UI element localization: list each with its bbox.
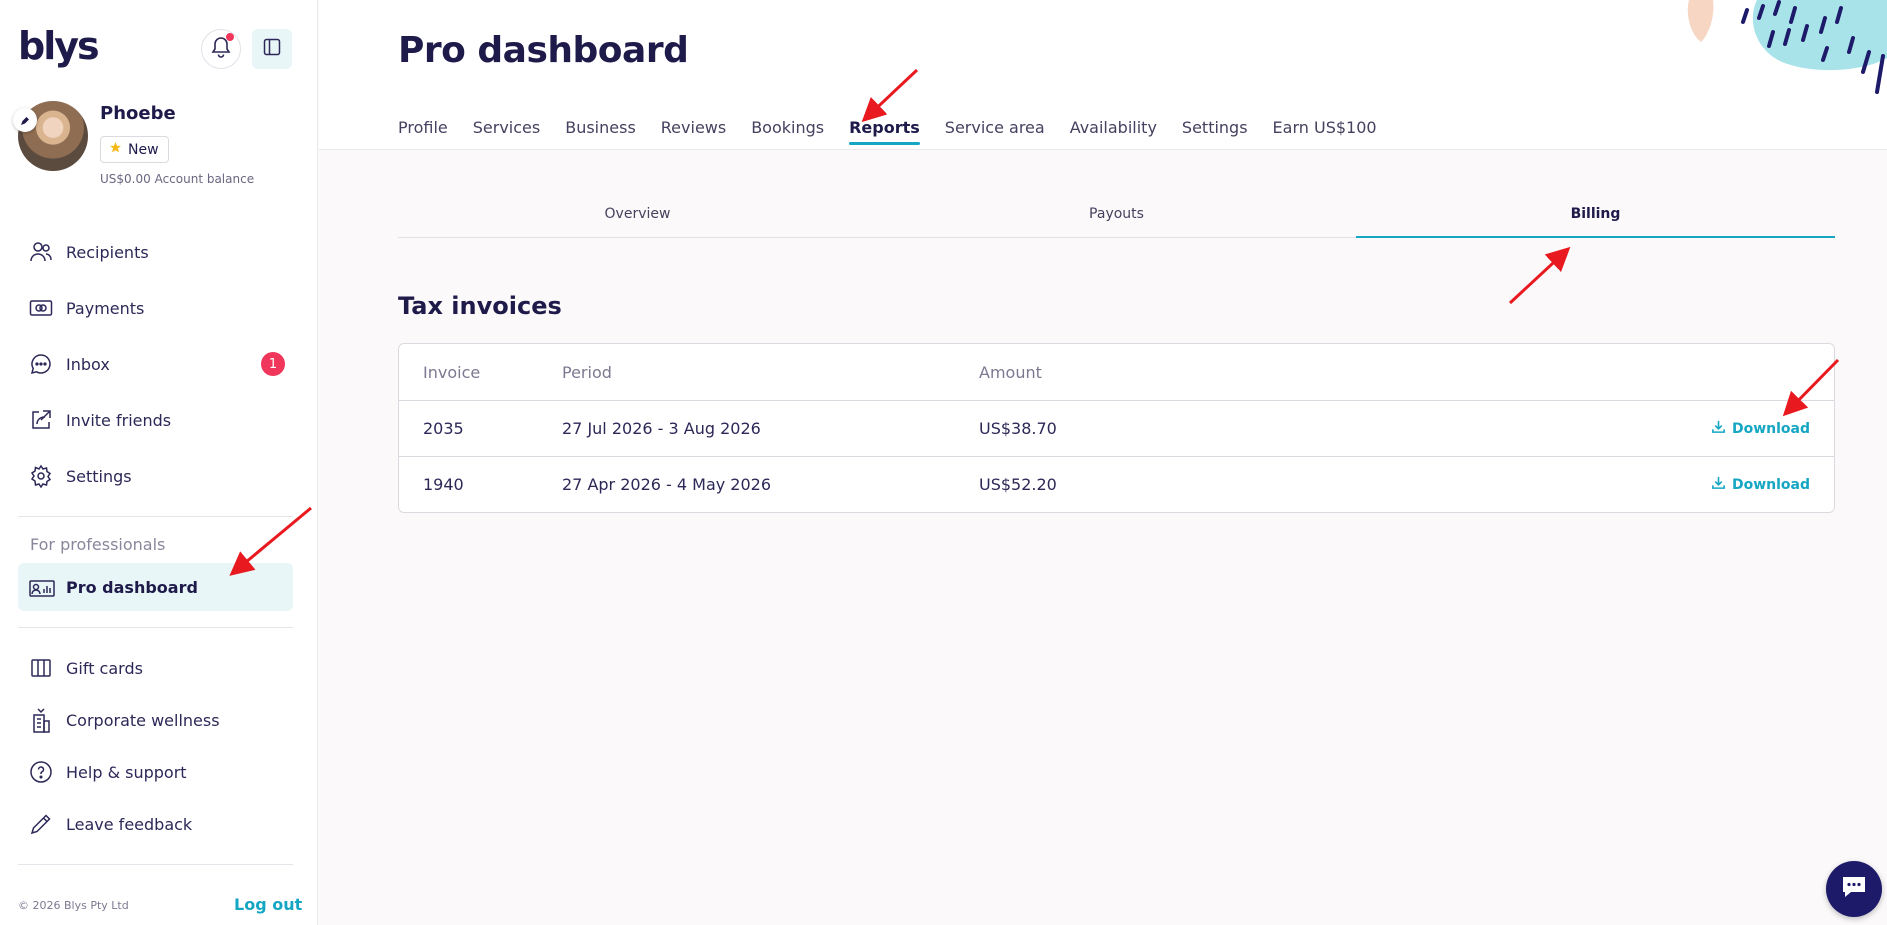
page-title: Pro dashboard <box>398 30 689 71</box>
cash-icon <box>18 296 66 320</box>
divider <box>18 627 293 628</box>
tab-service-area[interactable]: Service area <box>945 118 1045 145</box>
sidebar-item-label: Help & support <box>66 762 187 782</box>
chat-icon <box>1840 874 1868 904</box>
sidebar-item-label: Recipients <box>66 242 149 262</box>
table-row: 2035 27 Jul 2026 - 3 Aug 2026 US$38.70 D… <box>399 400 1834 456</box>
status-badge: New <box>100 136 169 163</box>
gift-icon <box>18 656 66 680</box>
edit-avatar-button[interactable] <box>13 108 37 132</box>
sidebar: blys Phoebe New US$0.00 Account balance … <box>0 0 318 925</box>
decorative-illustration <box>1677 0 1887 110</box>
toggle-sidebar-button[interactable] <box>252 29 292 69</box>
star-icon <box>109 141 122 158</box>
sidebar-item-inbox[interactable]: Inbox 1 <box>18 340 293 388</box>
sidebar-item-recipients[interactable]: Recipients <box>18 228 293 276</box>
download-icon <box>1711 419 1726 438</box>
divider <box>18 864 293 865</box>
tab-profile[interactable]: Profile <box>398 118 448 145</box>
sidebar-item-label: Corporate wellness <box>66 710 220 730</box>
tab-availability[interactable]: Availability <box>1070 118 1157 145</box>
building-icon <box>18 707 66 733</box>
invoice-period: 27 Apr 2026 - 4 May 2026 <box>562 475 772 494</box>
subtab-overview[interactable]: Overview <box>398 190 877 237</box>
sidebar-item-label: Inbox <box>66 354 110 374</box>
inbox-count-badge: 1 <box>261 352 285 376</box>
sidebar-item-label: Gift cards <box>66 658 143 678</box>
download-label: Download <box>1731 420 1810 437</box>
copyright: © 2026 Blys Pty Ltd <box>18 899 129 912</box>
pencil-icon <box>18 812 66 836</box>
invoice-period: 27 Jul 2026 - 3 Aug 2026 <box>562 419 761 438</box>
sidebar-item-label: Settings <box>66 466 132 486</box>
notification-dot <box>226 33 234 41</box>
users-icon <box>18 240 66 264</box>
user-name: Phoebe <box>100 103 176 124</box>
subtab-payouts[interactable]: Payouts <box>877 190 1356 237</box>
account-balance: US$0.00 Account balance <box>100 172 255 186</box>
logout-link[interactable]: Log out <box>234 895 302 914</box>
column-header-invoice: Invoice <box>423 362 481 382</box>
sidebar-item-label: Leave feedback <box>66 814 193 834</box>
notifications-button[interactable] <box>201 29 241 69</box>
section-label: For professionals <box>30 535 166 554</box>
chat-button[interactable] <box>1826 861 1882 917</box>
sidebar-item-gift-cards[interactable]: Gift cards <box>18 644 293 692</box>
help-icon <box>18 760 66 784</box>
sidebar-item-settings[interactable]: Settings <box>18 452 293 500</box>
download-button[interactable]: Download <box>1711 419 1810 438</box>
sidebar-item-corporate-wellness[interactable]: Corporate wellness <box>18 696 293 744</box>
download-icon <box>1711 475 1726 494</box>
section-title: Tax invoices <box>398 292 562 320</box>
column-header-period: Period <box>562 362 612 382</box>
tab-earn[interactable]: Earn US$100 <box>1273 118 1377 145</box>
sidebar-item-help-support[interactable]: Help & support <box>18 748 293 796</box>
table-row: 1940 27 Apr 2026 - 4 May 2026 US$52.20 D… <box>399 456 1834 512</box>
annotation-arrow <box>1508 246 1571 305</box>
sidebar-panel-icon <box>263 38 281 60</box>
tab-bookings[interactable]: Bookings <box>751 118 824 145</box>
download-label: Download <box>1731 476 1810 493</box>
pencil-icon <box>20 111 30 130</box>
sidebar-item-pro-dashboard[interactable]: Pro dashboard <box>18 563 293 611</box>
invoice-amount: US$52.20 <box>979 475 1057 494</box>
subtab-billing[interactable]: Billing <box>1356 190 1835 238</box>
blys-logo[interactable]: blys <box>18 24 100 68</box>
sidebar-item-invite-friends[interactable]: Invite friends <box>18 396 293 444</box>
sidebar-item-label: Payments <box>66 298 145 318</box>
tab-services[interactable]: Services <box>473 118 540 145</box>
invoice-amount: US$38.70 <box>979 419 1057 438</box>
sidebar-item-leave-feedback[interactable]: Leave feedback <box>18 800 293 848</box>
sidebar-item-label: Pro dashboard <box>66 577 198 597</box>
tab-settings[interactable]: Settings <box>1182 118 1248 145</box>
invoice-number: 2035 <box>423 419 464 438</box>
chat-bubble-icon <box>18 352 66 376</box>
gear-icon <box>18 464 66 488</box>
sidebar-item-label: Invite friends <box>66 410 172 430</box>
tab-reviews[interactable]: Reviews <box>661 118 726 145</box>
main-tabs: Profile Services Business Reviews Bookin… <box>398 118 1377 145</box>
invoice-number: 1940 <box>423 475 464 494</box>
download-button[interactable]: Download <box>1711 475 1810 494</box>
dashboard-icon <box>18 576 66 598</box>
table-header-row: Invoice Period Amount <box>399 344 1834 400</box>
status-badge-label: New <box>128 141 159 158</box>
report-subtabs: Overview Payouts Billing <box>398 190 1835 238</box>
column-header-amount: Amount <box>979 362 1042 382</box>
tab-business[interactable]: Business <box>565 118 636 145</box>
divider <box>18 516 293 517</box>
share-icon <box>18 408 66 432</box>
tab-reports[interactable]: Reports <box>849 118 920 145</box>
sidebar-item-payments[interactable]: Payments <box>18 284 293 332</box>
invoices-table: Invoice Period Amount 2035 27 Jul 2026 -… <box>398 343 1835 513</box>
